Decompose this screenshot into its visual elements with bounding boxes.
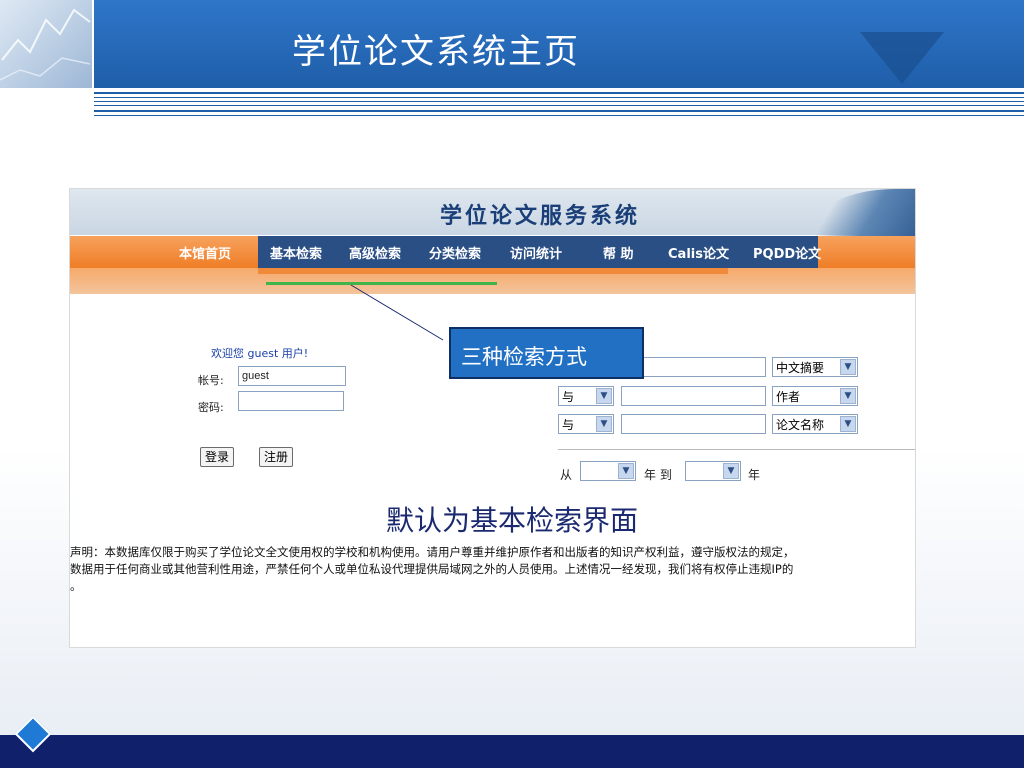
search-divider (558, 449, 915, 450)
disclaimer-line: 声明：本数据库仅限于购买了学位论文全文使用权的学校和机构使用。请用户尊重并维护原… (70, 545, 795, 559)
title-rule (94, 105, 1024, 106)
password-input[interactable] (238, 391, 344, 411)
year-end-label: 年 (748, 468, 761, 482)
login-button[interactable]: 登录 (200, 447, 235, 467)
account-input[interactable] (238, 366, 346, 386)
title-rule (94, 115, 1024, 116)
password-label: 密码: (198, 401, 224, 414)
disclaimer-line: 数据用于任何商业或其他营利性用途，严禁任何个人或单位私设代理提供局域网之外的人员… (70, 562, 794, 576)
search-term-input-2[interactable] (621, 386, 766, 406)
year-from-label: 从 (560, 468, 573, 482)
year-to-label: 年 到 (644, 468, 672, 482)
search-field-value-1: 中文摘要 (776, 361, 825, 375)
default-search-note: 默认为基本检索界面 (386, 504, 639, 537)
search-field-select-2[interactable]: 作者 ▼ (772, 386, 858, 406)
search-field-select-3[interactable]: 论文名称 ▼ (772, 414, 858, 434)
search-field-value-2: 作者 (776, 390, 801, 404)
search-methods-callout: 三种检索方式 (449, 327, 644, 379)
search-term-input-3[interactable] (621, 414, 766, 434)
year-from-select[interactable]: ▼ (580, 461, 636, 481)
title-rule (94, 97, 1024, 98)
corner-decoration (0, 0, 92, 88)
chevron-down-icon: ▼ (596, 388, 612, 404)
register-button[interactable]: 注册 (259, 447, 294, 467)
operator-select-2[interactable]: 与 ▼ (558, 386, 614, 406)
account-label: 帐号: (198, 374, 224, 387)
chevron-down-icon: ▼ (596, 416, 612, 432)
slide-footer-bar (0, 735, 1024, 768)
title-rule (94, 92, 1024, 94)
title-rule (94, 110, 1024, 112)
welcome-text: 欢迎您 guest 用户! (211, 347, 309, 360)
search-field-select-1[interactable]: 中文摘要 ▼ (772, 357, 858, 377)
chevron-down-icon: ▼ (840, 359, 856, 375)
operator-value-2: 与 (562, 390, 575, 404)
chevron-down-icon: ▼ (723, 463, 739, 479)
search-field-value-3: 论文名称 (776, 418, 825, 432)
chevron-down-icon: ▼ (840, 416, 856, 432)
operator-value-3: 与 (562, 418, 575, 432)
title-rule (94, 101, 1024, 102)
chevron-down-icon: ▼ (618, 463, 634, 479)
chevron-down-icon: ▼ (840, 388, 856, 404)
operator-select-3[interactable]: 与 ▼ (558, 414, 614, 434)
disclaimer-line: 。 (70, 579, 82, 593)
year-to-select[interactable]: ▼ (685, 461, 741, 481)
web-screenshot: 学位论文服务系统 本馆首页 基本检索 高级检索 分类检索 访问统计 帮 助 Ca… (69, 188, 916, 648)
slide-title: 学位论文系统主页 (292, 32, 580, 72)
disclaimer: 声明：本数据库仅限于购买了学位论文全文使用权的学校和机构使用。请用户尊重并维护原… (70, 544, 915, 595)
